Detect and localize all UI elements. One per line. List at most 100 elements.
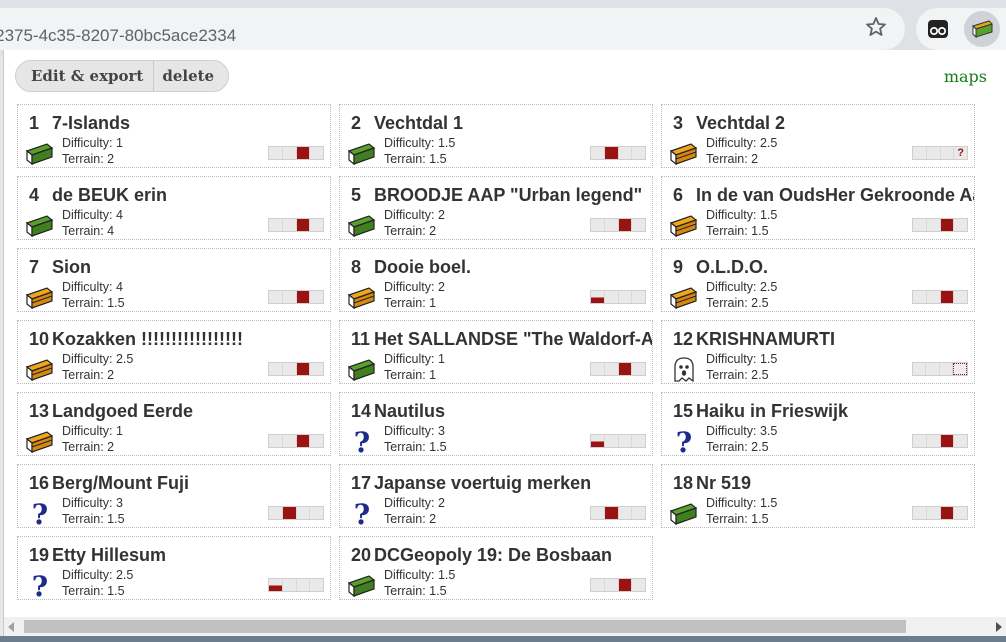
cache-title[interactable]: 5 BROODJE AAP "Urban legend" (351, 185, 652, 206)
cache-title[interactable]: 2 Vechtdal 1 (351, 113, 652, 134)
cache-title[interactable]: 3 Vechtdal 2 (673, 113, 974, 134)
scroll-right-icon[interactable] (996, 622, 1002, 632)
cache-name[interactable]: KRISHNAMURTI (696, 329, 835, 349)
rating-segment (296, 507, 310, 519)
cache-name[interactable]: DCGeopoly 19: De Bosbaan (374, 545, 612, 565)
cache-title[interactable]: 19 Etty Hillesum (29, 545, 330, 566)
cache-number: 9 (673, 257, 684, 277)
cache-card[interactable]: 15 Haiku in Frieswijk? Difficulty: 3.5 Terr… (661, 392, 975, 456)
edit-export-button[interactable]: Edit & export (16, 61, 153, 91)
cache-name[interactable]: In de van OudsHer Gekroonde Aa (696, 185, 974, 205)
bookmark-star-icon[interactable] (864, 15, 888, 39)
cache-card[interactable]: 7 Sion Difficulty: 4 Terrain: 1.5 (17, 248, 331, 312)
svg-text:?: ? (32, 499, 48, 527)
maps-link[interactable]: maps (944, 67, 987, 86)
cache-card[interactable]: 6 In de van OudsHer Gekroonde Aa Difficult… (661, 176, 975, 240)
extension-mask-icon[interactable] (926, 17, 950, 41)
rating-segment (310, 291, 323, 303)
cache-title[interactable]: 17 Japanse voertuig merken (351, 473, 652, 494)
cache-name[interactable]: Landgoed Eerde (52, 401, 193, 421)
cache-card[interactable]: 9 O.L.D.O. Difficulty: 2.5 Terrain: 2.5 (661, 248, 975, 312)
cache-name[interactable]: Het SALLANDSE "The Waldorf-Astoria" (374, 329, 652, 349)
rating-segment (296, 291, 310, 303)
cache-card[interactable]: 11Het SALLANDSE "The Waldorf-Astoria"Dif… (339, 320, 653, 384)
difficulty-line: Difficulty: 1 (62, 424, 123, 438)
scroll-left-icon[interactable] (8, 622, 14, 632)
cache-name[interactable]: Haiku in Frieswijk (696, 401, 848, 421)
scrollbar-thumb[interactable] (24, 620, 906, 633)
delete-button[interactable]: delete (153, 61, 228, 91)
cache-title[interactable]: 12 KRISHNAMURTI (673, 329, 974, 350)
cache-title[interactable]: 6 In de van OudsHer Gekroonde Aa (673, 185, 974, 206)
cache-name[interactable]: Kozakken !!!!!!!!!!!!!!!!! (52, 329, 243, 349)
cache-card[interactable]: 16 Berg/Mount Fuji? Difficulty: 3 Terrain: … (17, 464, 331, 528)
cache-card[interactable]: 19 Etty Hillesum? Difficulty: 2.5 Terrain: … (17, 536, 331, 600)
cache-title[interactable]: 16 Berg/Mount Fuji (29, 473, 330, 494)
difficulty-value: 1 (115, 136, 123, 150)
cache-title[interactable]: 14 Nautilus (351, 401, 652, 422)
cache-card[interactable]: 8 Dooie boel. Difficulty: 2 Terrain: 1 (339, 248, 653, 312)
cache-name[interactable]: 7-Islands (52, 113, 130, 133)
svg-text:?: ? (676, 427, 692, 455)
cache-card[interactable]: 1 7-Islands Difficulty: 1 Terrain: 2 (17, 104, 331, 168)
rating-segment (269, 507, 282, 519)
traditional-cache-icon (347, 143, 376, 166)
rating-segment (310, 219, 323, 231)
cache-title[interactable]: 7 Sion (29, 257, 330, 278)
cache-title[interactable]: 10 Kozakken !!!!!!!!!!!!!!!!! (29, 329, 330, 350)
cache-name[interactable]: Vechtdal 1 (374, 113, 463, 133)
cache-title[interactable]: 13 Landgoed Eerde (29, 401, 330, 422)
cache-name[interactable]: O.L.D.O. (696, 257, 768, 277)
cache-title[interactable]: 18 Nr 519 (673, 473, 974, 494)
terrain-value: 1.5 (107, 512, 125, 526)
cache-title[interactable]: 11Het SALLANDSE "The Waldorf-Astoria" (351, 329, 652, 350)
cache-name[interactable]: Berg/Mount Fuji (52, 473, 189, 493)
cache-card[interactable]: 13 Landgoed Eerde Difficulty: 1 Terrain: 2 (17, 392, 331, 456)
rating-segment (940, 219, 954, 231)
cache-title[interactable]: 20 DCGeopoly 19: De Bosbaan (351, 545, 652, 566)
cache-name[interactable]: Japanse voertuig merken (374, 473, 591, 493)
cache-card[interactable]: 10 Kozakken !!!!!!!!!!!!!!!!! Difficulty: … (17, 320, 331, 384)
url-text[interactable]: 9-2375-4c35-8207-80bc5ace2334 (0, 26, 236, 46)
terrain-line: Terrain: 1.5 (384, 152, 447, 166)
cache-card[interactable]: 20 DCGeopoly 19: De Bosbaan Difficulty: 1.… (339, 536, 653, 600)
terrain-line: Terrain: 2 (62, 368, 114, 382)
cache-card[interactable]: 17 Japanse voertuig merken? Difficulty: 2T… (339, 464, 653, 528)
cache-name[interactable]: Nr 519 (696, 473, 751, 493)
cache-card[interactable]: 2 Vechtdal 1 Difficulty: 1.5 Terrain: 1.5 (339, 104, 653, 168)
cache-name[interactable]: de BEUK erin (52, 185, 167, 205)
difficulty-value: 2.5 (759, 280, 778, 294)
rating-segment (632, 147, 645, 159)
cache-name[interactable]: Dooie boel. (374, 257, 471, 277)
horizontal-scrollbar[interactable] (4, 617, 1006, 636)
ghost-cache-icon (674, 357, 694, 383)
rating-segment (940, 147, 954, 159)
cache-name[interactable]: Etty Hillesum (52, 545, 166, 565)
rating-segment (940, 507, 954, 519)
cache-card[interactable]: 3 Vechtdal 2 Difficulty: 2.5 Terrain: 2? (661, 104, 975, 168)
terrain-line: Terrain: 1.5 (384, 440, 447, 454)
cache-name[interactable]: Nautilus (374, 401, 445, 421)
terrain-line: Terrain: 2 (62, 440, 114, 454)
cache-card[interactable]: 14 Nautilus? Difficulty: 3 Terrain: 1.5 (339, 392, 653, 456)
cache-card[interactable]: 12 KRISHNAMURTI Difficulty: 1.5 Terrain: 2.… (661, 320, 975, 384)
cache-title[interactable]: 15 Haiku in Frieswijk (673, 401, 974, 422)
rating-segment (282, 291, 296, 303)
cache-title[interactable]: 8 Dooie boel. (351, 257, 652, 278)
extension-geocache-button[interactable] (964, 11, 1000, 47)
cache-name[interactable]: Vechtdal 2 (696, 113, 785, 133)
terrain-value: 1 (429, 296, 437, 310)
cache-title[interactable]: 9 O.L.D.O. (673, 257, 974, 278)
cache-title[interactable]: 4 de BEUK erin (29, 185, 330, 206)
cache-card[interactable]: 18 Nr 519 Difficulty: 1.5 Terrain: 1.5 (661, 464, 975, 528)
cache-card[interactable]: 5 BROODJE AAP "Urban legend" Difficulty: 2… (339, 176, 653, 240)
cache-name[interactable]: BROODJE AAP "Urban legend" (374, 185, 642, 205)
rating-segment (296, 219, 310, 231)
rating-indicator (590, 290, 646, 304)
cache-card[interactable]: 4 de BEUK erin Difficulty: 4 Terrain: 4 (17, 176, 331, 240)
cache-name[interactable]: Sion (52, 257, 91, 277)
rating-segment (269, 219, 282, 231)
terrain-line: Terrain: 1.5 (384, 584, 447, 598)
cache-title[interactable]: 1 7-Islands (29, 113, 330, 134)
address-bar[interactable]: 9-2375-4c35-8207-80bc5ace2334 (0, 8, 905, 50)
